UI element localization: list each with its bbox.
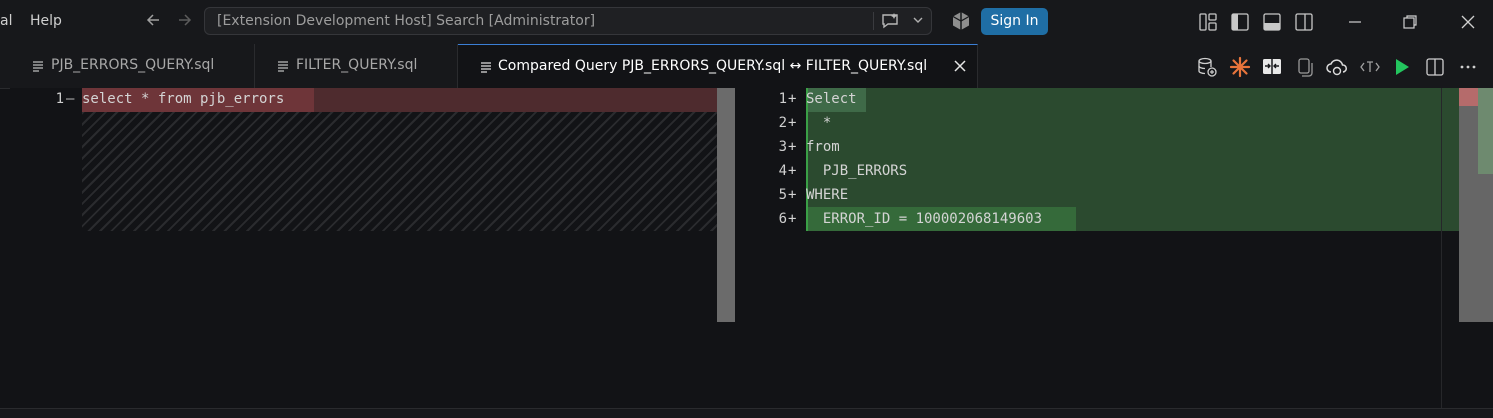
- diff-inserted-marker: +: [788, 211, 797, 227]
- diff-inserted-marker: +: [788, 115, 797, 131]
- diff-original-editor[interactable]: 1 – select * from pjb_errors: [10, 88, 735, 408]
- search-text: [Extension Development Host] Search [Adm…: [217, 13, 596, 29]
- line-number: 2: [778, 115, 787, 131]
- code-line[interactable]: from: [806, 139, 840, 155]
- restore-icon[interactable]: [1400, 12, 1420, 36]
- code-line[interactable]: select * from pjb_errors: [82, 91, 284, 107]
- title-bar: al Help [Extension Development Host] Sea…: [0, 0, 1493, 44]
- tab-label: Compared Query PJB_ERRORS_QUERY.sql ↔ FI…: [498, 58, 928, 74]
- line-number: 3: [778, 139, 787, 155]
- sparkle-icon[interactable]: [1229, 56, 1251, 82]
- sign-in-button[interactable]: Sign In: [981, 8, 1048, 35]
- compare-icon[interactable]: [1261, 56, 1283, 82]
- more-icon[interactable]: [1457, 56, 1479, 82]
- overview-ruler-deleted-marker: [1459, 88, 1478, 106]
- forward-arrow-icon[interactable]: [176, 11, 194, 34]
- menu-help[interactable]: Help: [30, 13, 62, 29]
- diff-modified-editor[interactable]: 1 + Select 2 + * 3 + from 4 + PJB_ERRORS…: [735, 88, 1493, 408]
- database-add-icon[interactable]: [1196, 56, 1218, 82]
- line-number: 4: [778, 163, 787, 179]
- file-lines-icon: [32, 59, 44, 78]
- run-icon[interactable]: [1392, 56, 1412, 82]
- diff-inserted-marker: +: [788, 139, 797, 155]
- diff-deleted-marker: –: [66, 91, 75, 107]
- copilot-icon[interactable]: [951, 11, 971, 35]
- tab-compared-query[interactable]: Compared Query PJB_ERRORS_QUERY.sql ↔ FI…: [458, 44, 978, 89]
- back-arrow-icon[interactable]: [144, 11, 162, 34]
- code-line[interactable]: ERROR_ID = 100002068149603: [806, 211, 1042, 227]
- minimize-icon[interactable]: [1345, 12, 1365, 36]
- menu-terminal[interactable]: al: [0, 13, 12, 29]
- line-number: 1: [55, 91, 64, 107]
- inserted-gutter-bar: [806, 88, 808, 231]
- overview-ruler-border: [1441, 88, 1442, 408]
- tab-label: FILTER_QUERY.sql: [296, 57, 418, 73]
- close-icon[interactable]: [952, 58, 968, 78]
- overview-ruler-inserted-marker: [1478, 88, 1493, 174]
- line-number: 6: [778, 211, 787, 227]
- toggle-panel-icon[interactable]: [1262, 12, 1282, 36]
- tab-pjb-errors-query[interactable]: PJB_ERRORS_QUERY.sql: [10, 44, 255, 88]
- tab-filter-query[interactable]: FILTER_QUERY.sql: [255, 44, 458, 88]
- toggle-primary-sidebar-icon[interactable]: [1230, 12, 1250, 36]
- search-divider: [873, 12, 874, 30]
- cloud-sync-icon[interactable]: [1325, 56, 1349, 82]
- code-line[interactable]: *: [806, 115, 831, 131]
- copy-icon[interactable]: [1294, 56, 1314, 82]
- customize-layout-icon[interactable]: [1198, 12, 1218, 36]
- text-format-icon[interactable]: [1359, 56, 1381, 82]
- code-line[interactable]: WHERE: [806, 187, 848, 203]
- diff-inserted-marker: +: [788, 163, 797, 179]
- diff-filler-hatch: [82, 112, 720, 231]
- line-number: 1: [778, 91, 787, 107]
- chat-icon[interactable]: [879, 10, 901, 36]
- command-center-search[interactable]: [Extension Development Host] Search [Adm…: [204, 7, 932, 35]
- diff-inserted-marker: +: [788, 187, 797, 203]
- split-editor-icon[interactable]: [1424, 56, 1446, 82]
- file-lines-icon: [277, 59, 289, 78]
- toggle-secondary-sidebar-icon[interactable]: [1294, 12, 1314, 36]
- line-number: 5: [778, 187, 787, 203]
- code-line[interactable]: Select: [806, 91, 857, 107]
- file-lines-icon: [480, 60, 492, 79]
- chevron-down-icon[interactable]: [911, 12, 925, 31]
- close-icon[interactable]: [1458, 12, 1478, 36]
- tab-label: PJB_ERRORS_QUERY.sql: [51, 57, 215, 73]
- code-line[interactable]: PJB_ERRORS: [806, 163, 907, 179]
- diff-inserted-marker: +: [788, 91, 797, 107]
- vertical-scrollbar[interactable]: [717, 88, 735, 322]
